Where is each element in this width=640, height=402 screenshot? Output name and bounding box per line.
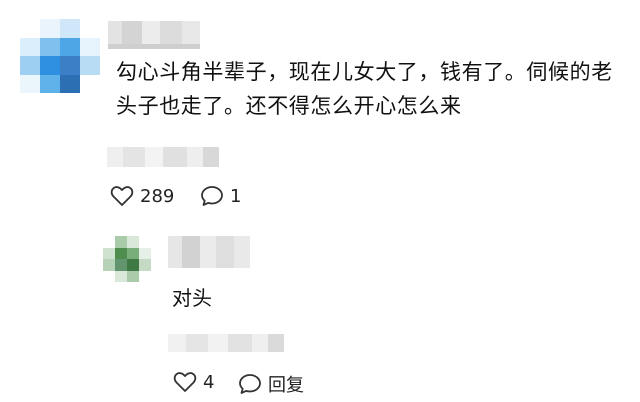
reply-username-redacted[interactable] <box>168 236 250 268</box>
like-button[interactable]: 289 <box>110 185 174 207</box>
username-redacted-underline <box>108 44 200 49</box>
reply-button[interactable]: 1 <box>200 185 241 207</box>
speech-bubble-icon <box>239 374 261 394</box>
reply-avatar[interactable] <box>103 236 151 282</box>
reply-count: 1 <box>230 185 242 207</box>
reply-like-count: 4 <box>203 371 215 393</box>
avatar[interactable] <box>20 19 100 93</box>
comment-text: 勾心斗角半辈子，现在儿女大了，钱有了。伺候的老头子也走了。还不得怎么开心怎么来 <box>116 60 613 118</box>
reply-text: 对头 <box>172 286 212 310</box>
reply-reply-button[interactable]: 回复 <box>238 371 304 397</box>
speech-bubble-icon <box>201 186 223 206</box>
heart-outline-icon <box>110 186 134 206</box>
reply-label: 回复 <box>268 375 304 396</box>
like-count: 289 <box>140 185 175 207</box>
comment-meta-redacted <box>107 147 219 167</box>
reply-like-button[interactable]: 4 <box>173 371 214 393</box>
reply-meta-redacted <box>168 334 284 352</box>
heart-outline-icon <box>173 372 197 392</box>
